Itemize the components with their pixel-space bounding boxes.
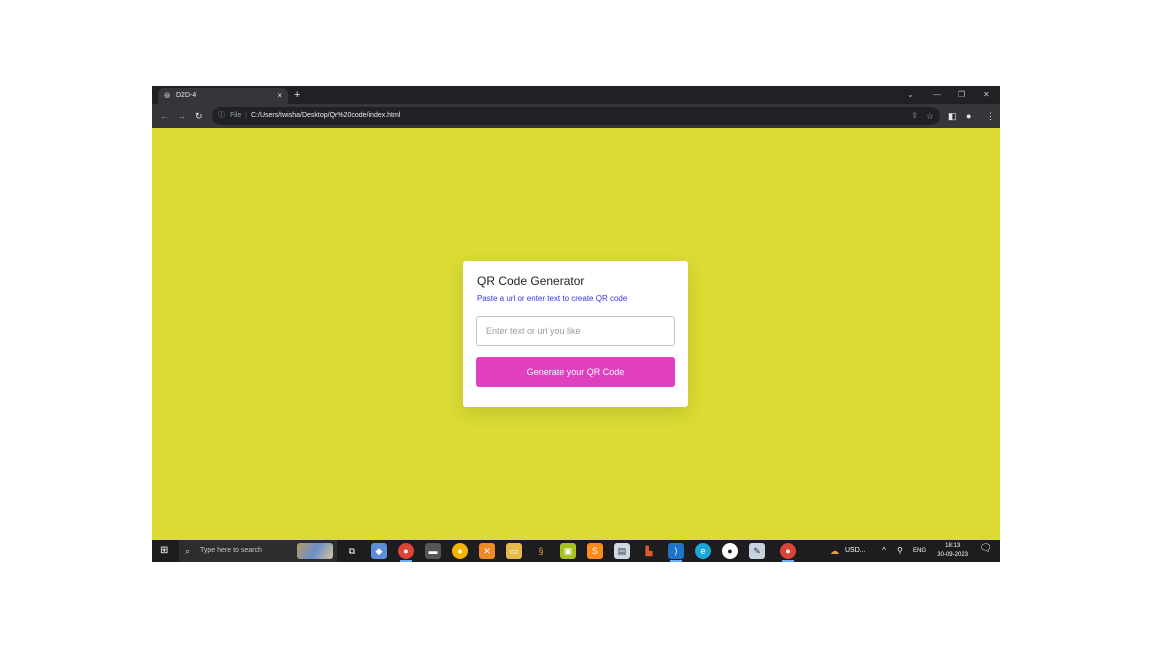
windows-taskbar: ⊞ ⌕ Type here to search ⧉ ◆ ● ▬ ● ✕ ▭ § … [152, 540, 1000, 562]
taskbar-search[interactable]: ⌕ Type here to search [179, 540, 337, 562]
weather-icon: ☁ [830, 546, 839, 556]
back-icon[interactable]: ← [160, 104, 169, 128]
app-icon-cube[interactable]: ◆ [371, 543, 387, 559]
taskbar-search-placeholder: Type here to search [200, 547, 262, 554]
tab-title: D2D-4 [176, 92, 197, 99]
file-explorer-icon[interactable]: ▭ [506, 543, 522, 559]
edge-icon[interactable]: e [695, 543, 711, 559]
search-icon: ⌕ [185, 546, 191, 556]
file-label: File [230, 112, 242, 119]
card-subtitle: Paste a url or enter text to create QR c… [477, 294, 628, 303]
app-icon-swirl[interactable]: § [533, 543, 549, 559]
menu-icon[interactable]: ⋮ [986, 104, 995, 128]
browser-tab[interactable]: 🌐︎ D2D-4 × [158, 88, 288, 104]
qr-text-input[interactable] [476, 316, 675, 346]
app-icon-circle[interactable]: ● [722, 543, 738, 559]
browser-toolbar: ← → ↻ ⓘ File | C:/Users/twisha/Desktop/Q… [152, 104, 1000, 128]
search-highlight-image [297, 543, 333, 559]
clock-time: 18:13 [945, 543, 961, 549]
minimize-icon[interactable]: — [933, 86, 941, 104]
profile-icon[interactable]: ● [966, 104, 971, 128]
weather-text[interactable]: USD... [845, 540, 866, 562]
app-icon-pill[interactable]: ▬ [425, 543, 441, 559]
qr-generator-card: QR Code Generator Paste a url or enter t… [463, 261, 688, 407]
app-icon-window[interactable]: ▤ [614, 543, 630, 559]
xampp-icon[interactable]: ✕ [479, 543, 495, 559]
sublime-text-icon[interactable]: S [587, 543, 603, 559]
app-icon-paint[interactable]: ✎ [749, 543, 765, 559]
bookmark-star-icon[interactable]: ☆ [926, 107, 934, 125]
restore-icon[interactable]: ❐ [958, 86, 965, 104]
reload-icon[interactable]: ↻ [195, 104, 203, 128]
app-icon-chart[interactable]: ▙ [641, 543, 657, 559]
chrome-icon-2[interactable]: ● [452, 543, 468, 559]
generate-qr-button[interactable]: Generate your QR Code [476, 357, 675, 387]
close-window-icon[interactable]: ✕ [983, 86, 990, 104]
network-icon[interactable]: ⚲ [897, 540, 903, 562]
notification-icon[interactable]: 🗨︎ [979, 543, 992, 554]
new-tab-button[interactable]: + [294, 86, 300, 104]
share-icon[interactable]: ⇪ [911, 107, 918, 125]
windows-start-icon[interactable]: ⊞ [160, 540, 168, 562]
globe-icon: 🌐︎ [164, 91, 171, 100]
forward-icon[interactable]: → [177, 104, 186, 128]
address-bar[interactable]: ⓘ File | C:/Users/twisha/Desktop/Qr%20co… [212, 107, 940, 125]
url-separator: | [245, 112, 247, 119]
tab-strip: 🌐︎ D2D-4 × + ⌄ — ❐ ✕ [152, 86, 1000, 104]
side-panel-icon[interactable]: ◧ [948, 104, 957, 128]
browser-window: 🌐︎ D2D-4 × + ⌄ — ❐ ✕ ← → ↻ ⓘ File | C:/U… [152, 86, 1000, 562]
language-indicator[interactable]: ENG [913, 540, 926, 562]
taskbar-clock[interactable]: 18:13 30-09-2023 [937, 542, 968, 560]
card-title: QR Code Generator [477, 274, 585, 288]
clock-date: 30-09-2023 [937, 552, 968, 558]
task-view-icon[interactable]: ⧉ [344, 543, 360, 559]
vscode-icon[interactable]: ⟩ [668, 543, 684, 562]
chrome-icon[interactable]: ● [398, 543, 414, 562]
app-icon-terminal[interactable]: ▣ [560, 543, 576, 559]
show-hidden-icons-icon[interactable]: ^ [882, 540, 886, 562]
chrome-icon-active[interactable]: ● [780, 543, 796, 562]
url-text[interactable]: C:/Users/twisha/Desktop/Qr%20code/index.… [251, 107, 400, 125]
close-tab-icon[interactable]: × [277, 88, 282, 104]
info-icon[interactable]: ⓘ [218, 107, 225, 125]
tab-search-icon[interactable]: ⌄ [907, 86, 914, 104]
